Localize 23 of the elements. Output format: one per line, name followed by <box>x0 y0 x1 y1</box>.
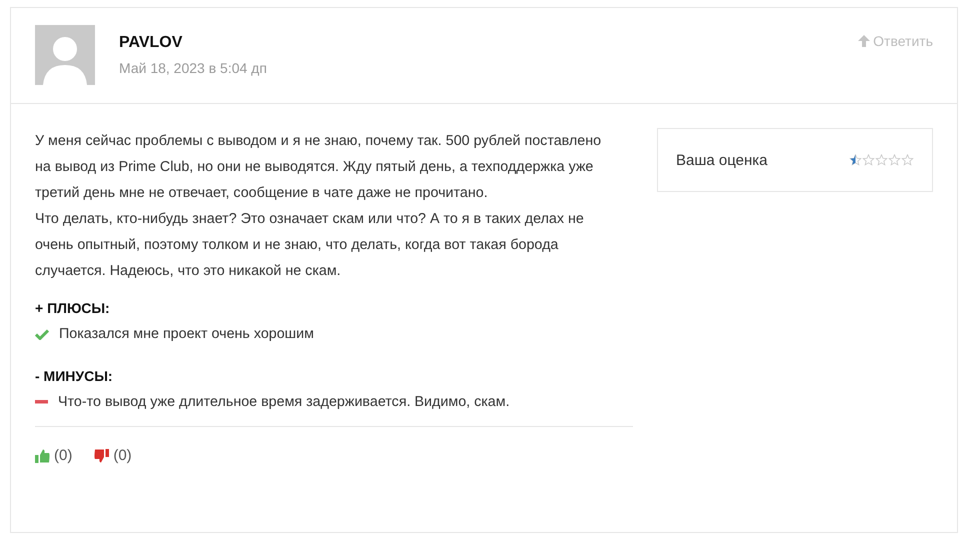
pro-text: Показался мне проект очень хорошим <box>59 326 314 342</box>
star-icon <box>901 154 914 166</box>
like-button[interactable]: (0) <box>35 447 72 464</box>
review-text: Что делать, кто-нибудь знает? Это означает скам или что? А то я в таких делах не очень опытный, поэтому толком и не знаю, что делать, когда вот такая борода случается. Надеюсь, что это никакой не скам. <box>35 210 585 281</box>
thumbs-down-icon <box>94 448 110 462</box>
author-name: PAVLOV <box>119 34 184 52</box>
star-icon <box>888 154 901 166</box>
star-rating[interactable] <box>849 154 914 166</box>
thumbs-up-icon <box>35 448 50 462</box>
up-arrow-icon <box>858 35 870 47</box>
post-date: Май 18, 2023 в 5:04 дп <box>119 60 268 76</box>
cons-heading: - МИНУСЫ: <box>35 368 114 384</box>
star-icon <box>875 154 888 166</box>
avatar-icon <box>35 25 95 85</box>
star-icon <box>862 154 875 166</box>
star-icon <box>849 154 862 166</box>
review-text: У меня сейчас проблемы с выводом и я не знаю, почему так. 500 рублей поставлено на вывод из Prime Club, но они не выводятся. Жду пятый день, а техподдержка уже третий день мне не отвечает, сообщение в чате даже не прочитано. <box>35 132 602 203</box>
dislike-button[interactable]: (0) <box>94 447 132 464</box>
rating-label: Ваша оценка <box>676 152 768 168</box>
con-text: Что-то вывод уже длительное время задерживается. Видимо, скам. <box>58 394 510 410</box>
check-icon <box>35 328 49 340</box>
pros-heading: + ПЛЮСЫ: <box>35 300 111 316</box>
minus-icon <box>35 400 48 404</box>
